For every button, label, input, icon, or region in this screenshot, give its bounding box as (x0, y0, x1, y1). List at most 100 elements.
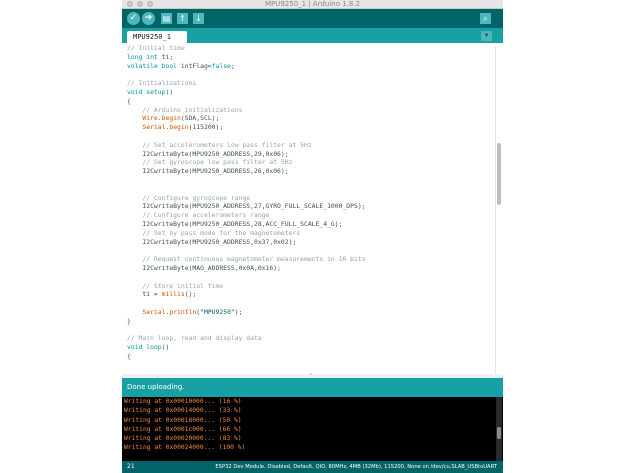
console-scrollbar-thumb[interactable] (497, 427, 501, 439)
code-token: { (127, 351, 131, 360)
code-token: setup (146, 87, 166, 96)
code-token: // Configure gyroscope range (127, 193, 251, 202)
new-sketch-button[interactable]: ▤ (161, 13, 172, 24)
save-sketch-button[interactable]: ↓ (193, 13, 204, 24)
code-line: volatile bool intFlag=false; (127, 62, 366, 71)
bottom-bar: 21 ESP32 Dev Module, Disabled, Default, … (122, 461, 503, 473)
code-token: (115200); (188, 123, 224, 132)
code-line: // Configure accelerometers range (127, 211, 366, 220)
output-console[interactable]: Writing at 0x00010000... (16 %) Writing a… (122, 397, 503, 461)
code-token: I2CwriteByte(MPU9250_ADDRESS,29,0x06); (127, 149, 289, 158)
code-token: Serial (142, 123, 166, 132)
code-line: // Main loop, read and display data (127, 334, 366, 343)
code-token: volatile bool (127, 61, 178, 70)
code-token: void (127, 343, 143, 352)
code-token: long int (127, 52, 158, 61)
code-token: begin (161, 114, 181, 123)
verify-button[interactable]: ✓ (127, 12, 140, 25)
code-line: // Set accelerometers low pass filter at… (127, 141, 366, 150)
code-token: millis (161, 290, 185, 299)
code-token: { (127, 96, 131, 105)
tab-menu-button[interactable]: ▼ (481, 31, 492, 41)
editor-scrollbar-thumb[interactable] (497, 143, 501, 205)
code-line: long int ti; (127, 53, 366, 62)
console-line: Writing at 0x0001c000... (66 %) (124, 425, 242, 433)
code-line: } (127, 317, 366, 326)
code-token: I2CwriteByte(MPU9250_ADDRESS,27,GYRO_FUL… (127, 202, 366, 211)
code-line: I2CwriteByte(MPU9250_ADDRESS,28,ACC_FULL… (127, 220, 366, 229)
code-line: Serial.println("MPU9250"); (127, 308, 366, 317)
code-token: // Set accelerometers low pass filter at… (127, 140, 312, 149)
code-editor[interactable]: // Initial time long int ti; volatile bool… (122, 43, 503, 374)
code-token: void (127, 87, 143, 96)
code-token: I2CwriteByte(MPU9250_ADDRESS,28,ACC_FULL… (127, 219, 343, 228)
title-bar: MPU9250_1 | Arduino 1.8.2 (122, 0, 503, 9)
code-token: // Arduino initializations (127, 105, 243, 114)
upload-button[interactable]: ➜ (142, 12, 155, 25)
code-line: // Set by pass mode for the magnetometer… (127, 229, 366, 238)
toolbar: ✓ ➜ ▤ ↑ ↓ ⌕ (122, 9, 503, 28)
code-token: false (211, 61, 231, 70)
code-token: () (165, 87, 174, 96)
code-line: I2CwriteByte(MPU9250_ADDRESS,26,0x06); (127, 167, 366, 176)
code-token: // Set gyroscope low pass filter at 5Hz (127, 158, 293, 167)
tab-bar: MPU9250_1 ▼ (122, 28, 503, 43)
code-token: Wire (142, 114, 158, 123)
code-token: } (127, 316, 131, 325)
code-token: // Set by pass mode for the magnetometer… (127, 228, 301, 237)
code-token: // Request continuous magnetometer measu… (127, 255, 366, 264)
console-scrollbar[interactable] (496, 397, 502, 461)
status-bar: Done uploading. (122, 378, 503, 397)
code-token: println (169, 307, 197, 316)
code-line: void setup() (127, 88, 366, 97)
code-token: (); (184, 290, 197, 299)
code-line: // Initial time (127, 44, 366, 53)
serial-monitor-button[interactable]: ⌕ (480, 13, 491, 24)
code-token: (SDA,SCL); (180, 114, 220, 123)
open-sketch-button[interactable]: ↑ (177, 13, 188, 24)
code-token: ti; (157, 52, 174, 61)
editor-scrollbar[interactable] (495, 46, 502, 374)
code-token: I2CwriteByte(MPU9250_ADDRESS,26,0x06); (127, 167, 289, 176)
console-lines: Writing at 0x00010000... (16 %) Writing a… (124, 397, 245, 453)
code-token: // Initializations (127, 79, 197, 88)
code-token: loop (146, 343, 162, 352)
window-title: MPU9250_1 | Arduino 1.8.2 (264, 0, 361, 8)
console-line: Writing at 0x00018000... (50 %) (124, 416, 242, 424)
code-line: I2CwriteByte(MPU9250_ADDRESS,29,0x06); (127, 150, 366, 159)
code-token: Serial (142, 307, 166, 316)
code-token: "MPU9250" (200, 307, 235, 316)
code-line: void loop() (127, 343, 366, 352)
code-token: ti = (127, 290, 162, 299)
code-token: // Initial time (127, 44, 185, 52)
code-line: { (127, 352, 366, 361)
console-line: Writing at 0x00010000... (16 %) (124, 398, 242, 405)
code-line: I2CwriteByte(MPU9250_ADDRESS,0x37,0x02); (127, 238, 366, 247)
code-line: Wire.begin(SDA,SCL); (127, 114, 366, 123)
tab-mpu9250-1[interactable]: MPU9250_1 (127, 31, 187, 43)
code-line: ti = millis(); (127, 290, 366, 299)
code-token: ; (230, 61, 235, 70)
code-line: // Initializations (127, 79, 366, 88)
console-line: Writing at 0x00014000... (33 %) (124, 407, 242, 415)
board-info: ESP32 Dev Module, Disabled, Default, QIO… (215, 464, 497, 470)
console-line: Writing at 0x00024000... (100 %) (124, 444, 246, 452)
code-token: // Store initial time (127, 281, 224, 290)
code-line: { (127, 97, 366, 106)
code-line: // Request continuous magnetometer measu… (127, 255, 366, 264)
code-line: I2CwriteByte(MAG_ADDRESS,0x0A,0x16); (127, 264, 366, 273)
code-token: I2CwriteByte(MAG_ADDRESS,0x0A,0x16); (127, 263, 281, 272)
code-line: Serial.begin(115200); (127, 123, 366, 132)
status-message: Done uploading. (127, 383, 185, 391)
